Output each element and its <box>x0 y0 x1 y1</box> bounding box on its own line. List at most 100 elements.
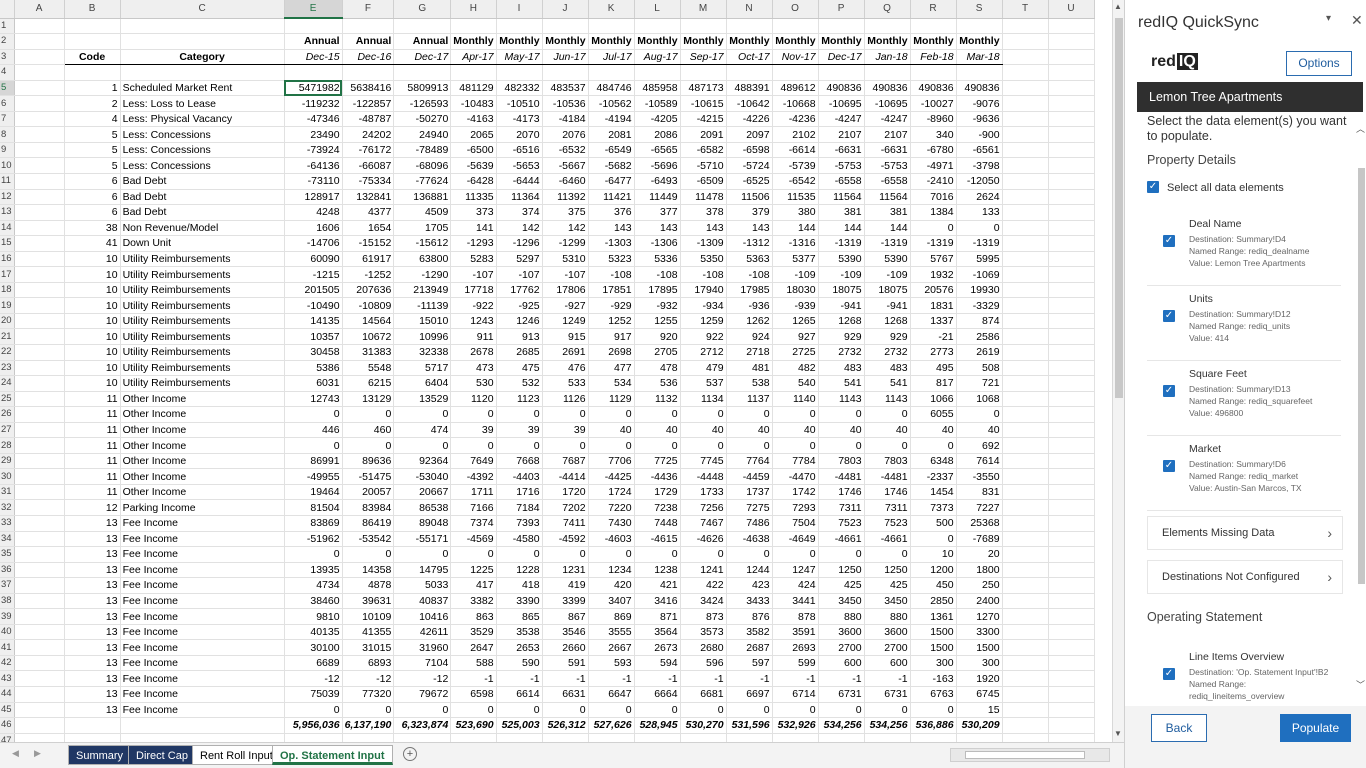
value-cell[interactable]: 340 <box>910 126 957 143</box>
cell[interactable] <box>120 33 285 50</box>
value-cell[interactable]: 377 <box>634 204 681 221</box>
value-cell[interactable]: 1247 <box>772 562 819 579</box>
cell[interactable] <box>1002 624 1049 641</box>
total-cell[interactable]: 523,690 <box>450 717 497 734</box>
value-cell[interactable]: 483 <box>818 360 865 377</box>
value-cell[interactable]: 476 <box>542 360 589 377</box>
value-cell[interactable]: 920 <box>634 328 681 345</box>
value-cell[interactable]: 6647 <box>588 686 635 703</box>
category-cell[interactable]: Non Revenue/Model <box>120 220 285 237</box>
value-cell[interactable]: 5310 <box>542 251 589 268</box>
cell[interactable] <box>14 655 65 672</box>
cell[interactable] <box>1048 531 1095 548</box>
value-cell[interactable]: 39631 <box>342 593 395 610</box>
value-cell[interactable]: -10562 <box>588 95 635 112</box>
value-cell[interactable]: 460 <box>342 422 395 439</box>
value-cell[interactable]: 14135 <box>284 313 343 330</box>
value-cell[interactable]: 6598 <box>450 686 497 703</box>
value-cell[interactable]: 484746 <box>588 80 635 97</box>
cell[interactable] <box>1002 531 1049 548</box>
cell[interactable] <box>342 733 395 742</box>
cell[interactable] <box>64 64 121 81</box>
row-header-20[interactable]: 20 <box>0 313 15 330</box>
category-cell[interactable]: Utility Reimbursements <box>120 344 285 361</box>
period-header[interactable]: Dec-17 <box>393 49 452 66</box>
value-cell[interactable]: -1 <box>772 670 819 688</box>
value-cell[interactable]: 871 <box>634 608 681 625</box>
value-cell[interactable]: 10357 <box>284 328 343 345</box>
value-cell[interactable]: 75039 <box>284 686 343 703</box>
column-header-k[interactable]: K <box>588 0 635 19</box>
horizontal-scroll-thumb[interactable] <box>965 751 1085 759</box>
cell[interactable] <box>1048 235 1095 252</box>
value-cell[interactable]: 929 <box>864 328 911 345</box>
cell[interactable] <box>542 18 589 35</box>
value-cell[interactable]: 0 <box>772 437 819 454</box>
value-cell[interactable]: 3582 <box>726 624 773 641</box>
value-cell[interactable]: 61917 <box>342 251 395 268</box>
cell[interactable] <box>450 733 497 742</box>
code-cell[interactable]: 10 <box>64 282 121 299</box>
category-cell[interactable]: Bad Debt <box>120 189 285 206</box>
value-cell[interactable]: 597 <box>726 655 773 672</box>
value-cell[interactable]: 2081 <box>588 126 635 143</box>
value-cell[interactable]: 2700 <box>864 639 911 656</box>
value-cell[interactable]: 6731 <box>864 686 911 703</box>
column-header-s[interactable]: S <box>956 0 1003 19</box>
value-cell[interactable]: 11421 <box>588 189 635 206</box>
value-cell[interactable]: 30458 <box>284 344 343 361</box>
value-cell[interactable]: 0 <box>342 546 395 563</box>
cell[interactable] <box>14 189 65 206</box>
value-cell[interactable]: 0 <box>342 702 395 719</box>
code-cell[interactable]: 11 <box>64 484 121 501</box>
line-items-checkbox[interactable]: ✓ <box>1163 668 1175 680</box>
value-cell[interactable]: 40 <box>726 422 773 439</box>
value-cell[interactable]: -53040 <box>393 468 452 485</box>
cell[interactable] <box>14 142 65 159</box>
row-header-3[interactable]: 3 <box>0 49 15 66</box>
cell[interactable] <box>1002 406 1049 423</box>
row-header-10[interactable]: 10 <box>0 157 15 174</box>
value-cell[interactable]: 0 <box>342 406 395 423</box>
value-cell[interactable]: 533 <box>542 375 589 392</box>
value-cell[interactable]: 481129 <box>450 80 497 97</box>
value-cell[interactable]: 473 <box>450 360 497 377</box>
cell[interactable] <box>1048 499 1095 516</box>
header-cell[interactable]: Monthly <box>772 33 819 50</box>
value-cell[interactable]: -6500 <box>450 142 497 159</box>
value-cell[interactable]: 2685 <box>496 344 543 361</box>
value-cell[interactable]: -107 <box>450 266 497 283</box>
value-cell[interactable]: -2410 <box>910 173 957 190</box>
value-cell[interactable]: 25368 <box>956 515 1003 532</box>
row-header-16[interactable]: 16 <box>0 251 15 268</box>
row-header-11[interactable]: 11 <box>0 173 15 190</box>
cell[interactable] <box>496 733 543 742</box>
value-cell[interactable]: 5350 <box>680 251 727 268</box>
cell[interactable] <box>1002 468 1049 485</box>
value-cell[interactable]: 2102 <box>772 126 819 143</box>
value-cell[interactable]: -5667 <box>542 157 589 174</box>
value-cell[interactable]: 40 <box>772 422 819 439</box>
value-cell[interactable]: 6031 <box>284 375 343 392</box>
value-cell[interactable]: 3441 <box>772 593 819 610</box>
value-cell[interactable]: 5323 <box>588 251 635 268</box>
value-cell[interactable]: -939 <box>772 297 819 314</box>
row-header-14[interactable]: 14 <box>0 220 15 237</box>
value-cell[interactable]: -6558 <box>864 173 911 190</box>
value-cell[interactable]: 144 <box>864 220 911 237</box>
cell[interactable] <box>14 670 65 688</box>
value-cell[interactable]: -6516 <box>496 142 543 159</box>
value-cell[interactable]: 15 <box>956 702 1003 719</box>
header-cell[interactable]: Monthly <box>910 33 957 50</box>
column-header-r[interactable]: R <box>910 0 957 19</box>
cell[interactable] <box>14 375 65 392</box>
row-header-9[interactable]: 9 <box>0 142 15 159</box>
cell[interactable] <box>864 18 911 35</box>
value-cell[interactable]: 1244 <box>726 562 773 579</box>
value-cell[interactable]: 874 <box>956 313 1003 330</box>
category-cell[interactable]: Fee Income <box>120 515 285 532</box>
total-cell[interactable]: 536,886 <box>910 717 957 734</box>
cell[interactable] <box>772 18 819 35</box>
value-cell[interactable]: -4425 <box>588 468 635 485</box>
value-cell[interactable]: 530 <box>450 375 497 392</box>
